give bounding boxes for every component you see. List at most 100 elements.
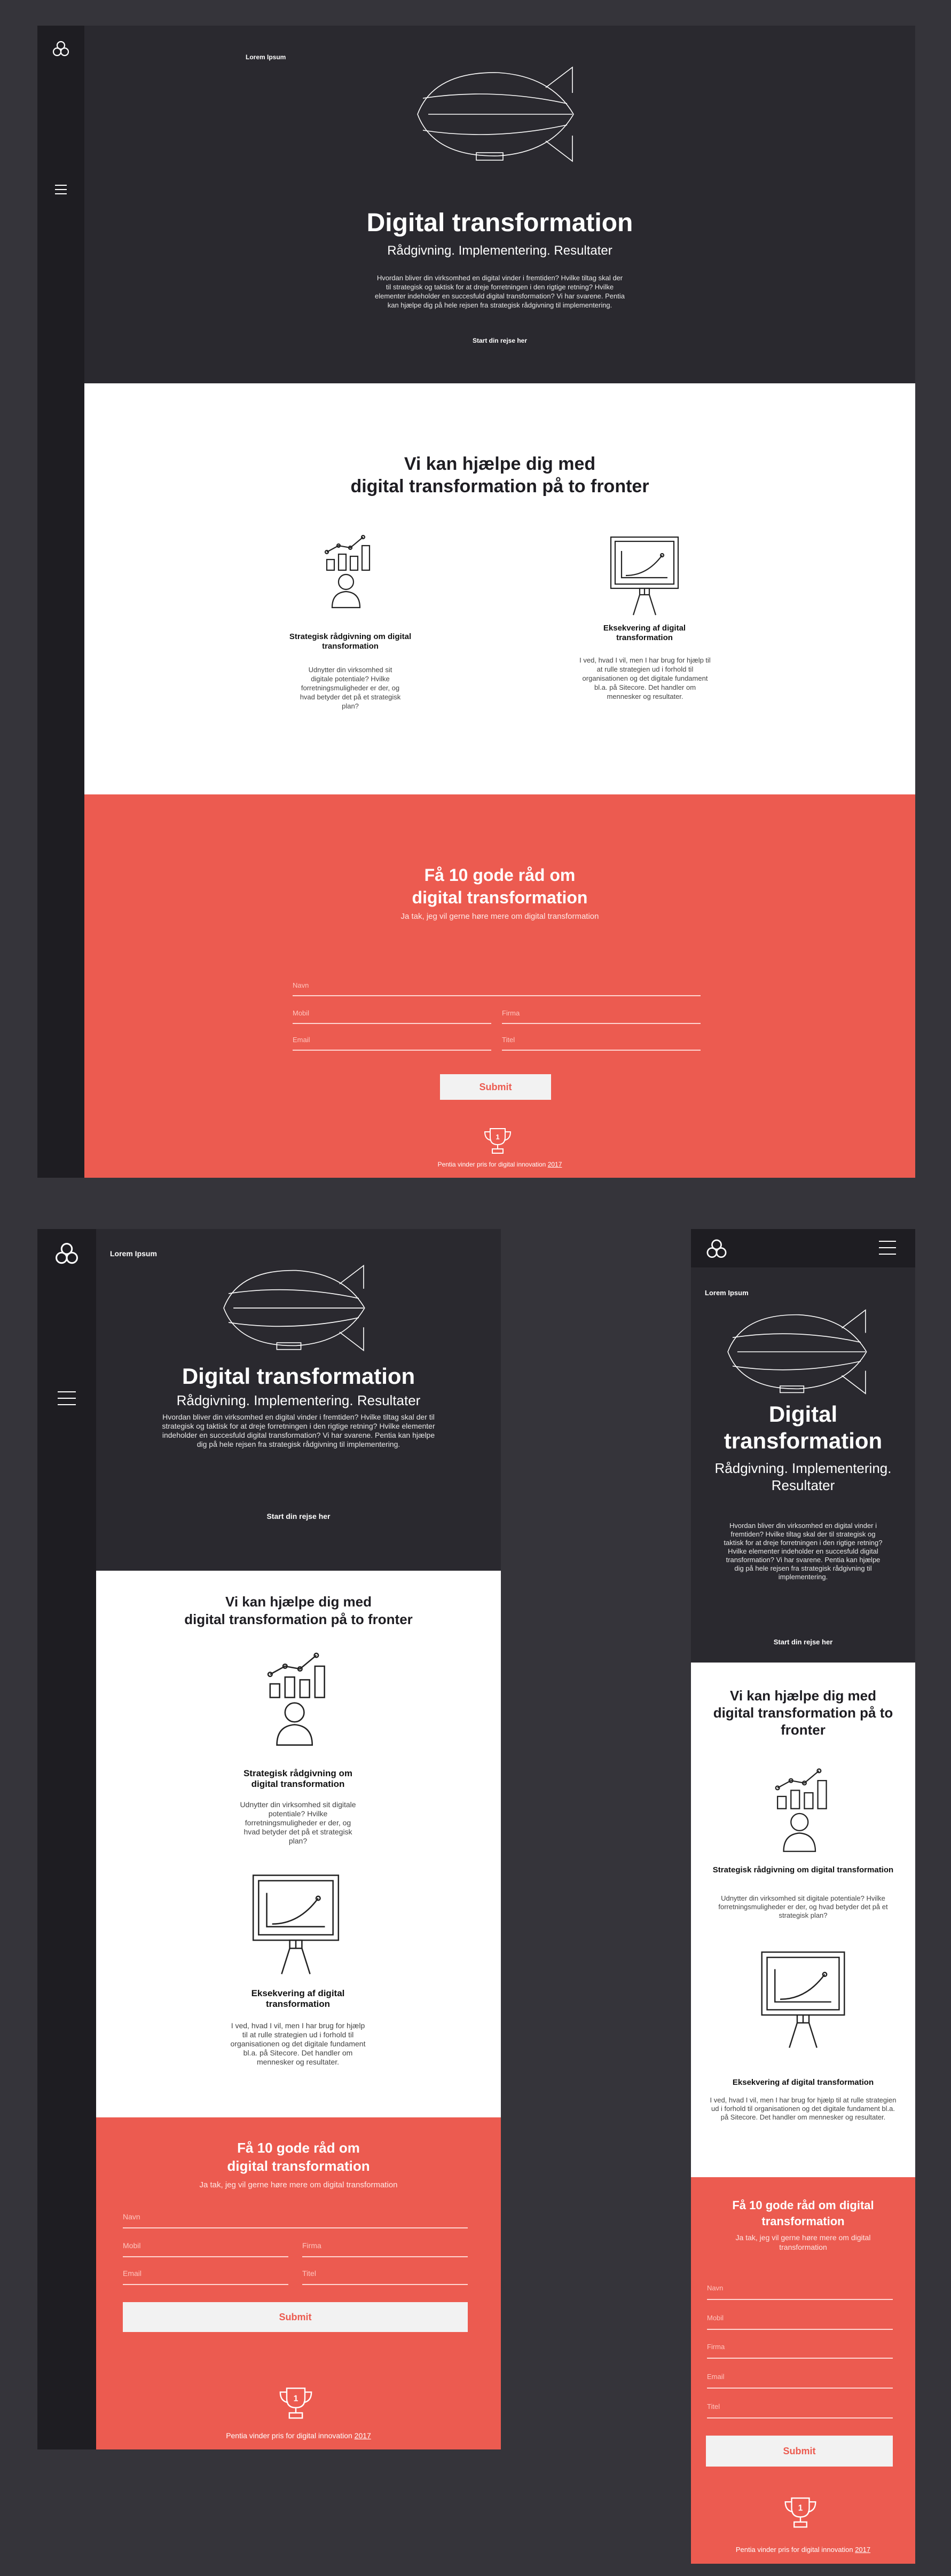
zeppelin-illustration [417, 66, 574, 162]
title-field[interactable]: Titel [302, 2269, 468, 2285]
services-title-line1: Vi kan hjælpe dig med [729, 1688, 877, 1704]
name-field[interactable]: Navn [707, 2284, 893, 2300]
services-title: Vi kan hjælpe dig med digital transforma… [702, 1687, 905, 1738]
form-title-line1: Få 10 gode råd om [424, 865, 576, 885]
chart-person-icon [324, 534, 371, 609]
feature-strategy-text: Udnytter din virksomhed sit digitale pot… [300, 666, 401, 710]
services-title-line2: digital transformation på to fronter [713, 1705, 893, 1738]
zeppelin-illustration [223, 1264, 365, 1352]
feature-strategy-title: Strategisk rådgivning om digital transfo… [243, 1768, 353, 1789]
mobile-field[interactable]: Mobil [123, 2241, 288, 2257]
mobile-topbar [691, 1229, 915, 1267]
form-lead: Ja tak, jeg vil gerne høre mere om digit… [400, 912, 599, 921]
services-title-line2: digital transformation på to fronter [184, 1611, 413, 1627]
hero-section: Lorem Ipsum Digital transformation Rådgi… [691, 1267, 915, 1663]
email-field[interactable]: Email [707, 2373, 893, 2389]
logo-icon[interactable] [53, 1241, 80, 1267]
trophy-icon: 1 [279, 2388, 312, 2419]
brand-name[interactable]: Lorem Ipsum [110, 1249, 157, 1258]
services-title-line2: digital transformation på to fronter [350, 476, 649, 497]
submit-button[interactable]: Submit [440, 1074, 551, 1100]
desktop-frame: Lorem Ipsum Digital transformation Rådgi… [37, 26, 915, 1178]
services-section: Vi kan hjælpe dig med digital transforma… [84, 383, 915, 794]
award-text-label: Pentia vinder pris for digital innovatio… [735, 2546, 853, 2554]
email-field[interactable]: Email [293, 1036, 491, 1051]
services-section: Vi kan hjælpe dig med digital transforma… [96, 1571, 501, 2117]
form-title-line2: digital transformation [412, 888, 588, 907]
feature-execution-title: Eksekvering af digital transformation [603, 624, 686, 642]
award-text-label: Pentia vinder pris for digital innovatio… [437, 1161, 546, 1168]
mobile-field[interactable]: Mobil [293, 1009, 491, 1024]
award-text[interactable]: Pentia vinder pris for digital innovatio… [691, 2546, 915, 2554]
logo-icon[interactable] [705, 1238, 728, 1261]
chart-person-icon [775, 1768, 827, 1852]
mobile-field[interactable]: Mobil [707, 2314, 893, 2330]
feature-execution-text: I ved, hvad I vil, men I har brug for hj… [230, 2021, 366, 2066]
logo-icon[interactable] [51, 40, 70, 59]
hamburger-menu-icon[interactable] [55, 185, 67, 194]
form-title-line1: Få 10 gode råd om [237, 2140, 360, 2156]
services-title-line1: Vi kan hjælpe dig med [225, 1594, 372, 1610]
form-title: Få 10 gode råd om digital transformation [702, 2197, 905, 2230]
start-journey-link[interactable]: Start din rejse her [691, 1638, 915, 1646]
company-field[interactable]: Firma [502, 1009, 701, 1024]
trophy-badge: 1 [798, 2504, 803, 2513]
sidebar [37, 26, 84, 1178]
presentation-board-icon [761, 1951, 845, 2048]
desktop-content: Lorem Ipsum Digital transformation Rådgi… [84, 26, 915, 1178]
feature-execution-title: Eksekvering af digital transformation [251, 1988, 345, 2009]
form-title-line1: Få 10 gode råd om [732, 2199, 836, 2212]
hamburger-menu-icon[interactable] [879, 1241, 896, 1255]
award-text[interactable]: Pentia vinder pris for digital innovatio… [96, 2431, 501, 2440]
form-title-line2: digital transformation [227, 2158, 370, 2174]
mobile-frame: Lorem Ipsum Digital transformation Rådgi… [691, 1229, 915, 2564]
presentation-board-icon [610, 536, 679, 616]
hamburger-menu-icon[interactable] [58, 1391, 76, 1405]
brand-name[interactable]: Lorem Ipsum [246, 53, 286, 61]
feature-execution-text: I ved, hvad I vil, men I har brug for hj… [579, 656, 711, 700]
services-title: Vi kan hjælpe dig med digital transforma… [84, 453, 915, 498]
hero-title: Digital transformation [182, 1364, 415, 1389]
feature-strategy-text: Udnytter din virksomhed sit digitale pot… [718, 1894, 888, 1919]
form-section: Få 10 gode råd om digital transformation… [84, 794, 915, 1178]
form-section: Få 10 gode råd om digital transformation… [96, 2117, 501, 2449]
award-year[interactable]: 2017 [355, 2431, 371, 2440]
form-title: Få 10 gode råd om digital transformation [96, 2139, 501, 2175]
chart-person-icon [267, 1652, 325, 1746]
tablet-content: Lorem Ipsum Digital transformation Rådgi… [96, 1229, 501, 2449]
start-journey-link[interactable]: Start din rejse her [96, 1512, 501, 1521]
trophy-badge: 1 [294, 2394, 298, 2404]
company-field[interactable]: Firma [707, 2343, 893, 2359]
company-field[interactable]: Firma [302, 2241, 468, 2257]
feature-execution-text: I ved, hvad I vil, men I har brug for hj… [710, 2096, 897, 2121]
hero-intro: Hvordan bliver din virksomhed en digital… [374, 274, 625, 309]
award-year[interactable]: 2017 [548, 1161, 562, 1168]
award-text[interactable]: Pentia vinder pris for digital innovatio… [84, 1161, 915, 1168]
hero-subtitle: Rådgivning. Implementering. Resultater [387, 243, 612, 258]
zeppelin-illustration [727, 1309, 867, 1395]
submit-button[interactable]: Submit [706, 2436, 893, 2467]
tablet-frame: Lorem Ipsum Digital transformation Rådgi… [37, 1229, 501, 2449]
hero-intro: Hvordan bliver din virksomhed en digital… [724, 1522, 883, 1581]
hero-title: Digital transformation [366, 209, 633, 237]
name-field[interactable]: Navn [123, 2212, 468, 2228]
form-title: Få 10 gode råd om digital transformation [84, 864, 915, 909]
title-field[interactable]: Titel [707, 2402, 893, 2419]
form-lead: Ja tak, jeg vil gerne høre mere om digit… [735, 2233, 871, 2251]
services-title: Vi kan hjælpe dig med digital transforma… [96, 1593, 501, 1628]
submit-button[interactable]: Submit [123, 2302, 468, 2332]
title-field[interactable]: Titel [502, 1036, 701, 1051]
start-journey-link[interactable]: Start din rejse her [84, 337, 915, 344]
hero-title: Digital transformation [724, 1401, 883, 1453]
services-section: Vi kan hjælpe dig med digital transforma… [691, 1663, 915, 2177]
brand-name[interactable]: Lorem Ipsum [705, 1289, 749, 1297]
award-year[interactable]: 2017 [855, 2546, 870, 2554]
hero-section: Lorem Ipsum Digital transformation Rådgi… [96, 1229, 501, 1571]
award-text-label: Pentia vinder pris for digital innovatio… [226, 2431, 352, 2440]
services-title-line1: Vi kan hjælpe dig med [404, 454, 596, 474]
hero-intro: Hvordan bliver din virksomhed en digital… [162, 1413, 435, 1448]
name-field[interactable]: Navn [293, 981, 701, 996]
email-field[interactable]: Email [123, 2269, 288, 2285]
hero-section: Lorem Ipsum Digital transformation Rådgi… [84, 26, 915, 383]
feature-execution-title: Eksekvering af digital transformation [732, 2078, 874, 2087]
